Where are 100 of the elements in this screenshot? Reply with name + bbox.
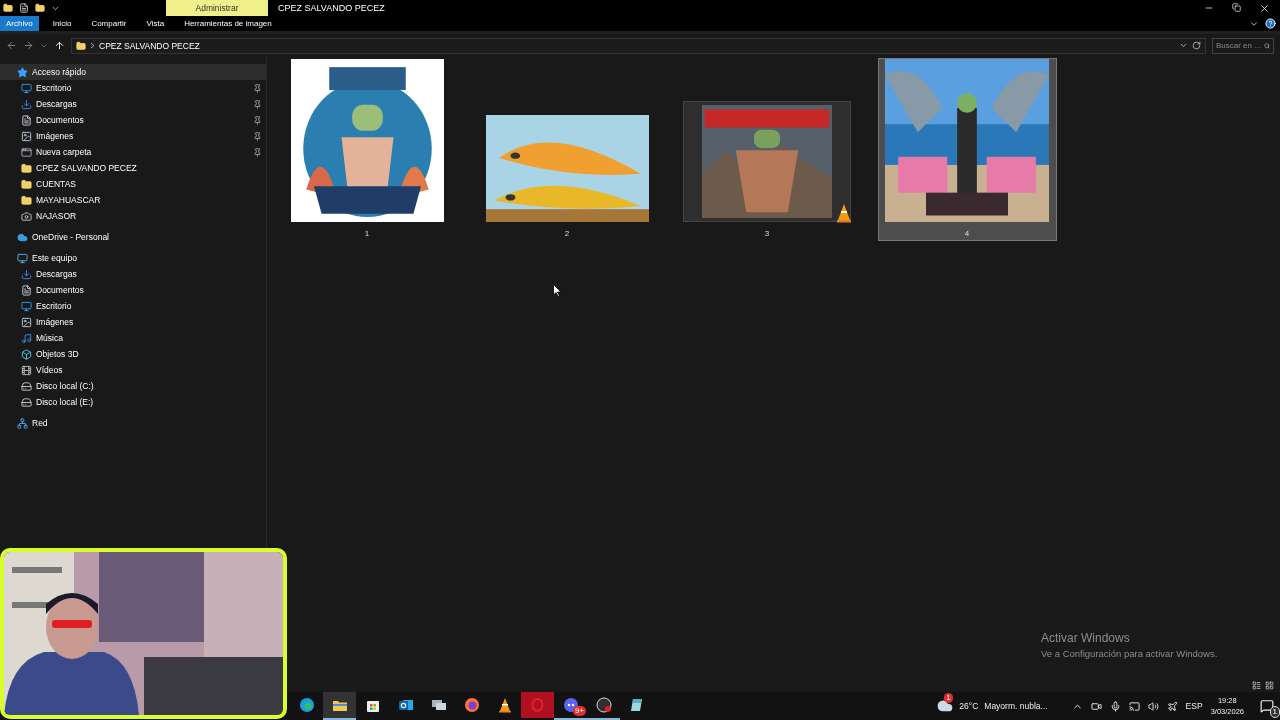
sidebar-item[interactable]: Disco local (E:): [0, 394, 266, 410]
file-name: 2: [564, 229, 570, 238]
file-name: 3: [764, 229, 770, 238]
activation-title: Activar Windows: [1041, 631, 1131, 645]
image-icon: [21, 316, 32, 328]
ribbon-tab[interactable]: Vista: [136, 16, 175, 31]
search-icon: [1264, 41, 1270, 50]
sidebar-item[interactable]: Imágenes: [0, 314, 266, 330]
cube-icon: [21, 348, 32, 360]
cone-icon: [496, 697, 513, 713]
weather-icon[interactable]: [937, 698, 954, 714]
monitors-icon: [430, 697, 447, 713]
record-icon: [595, 697, 612, 713]
camera-icon: [21, 210, 32, 222]
cloud-icon: [17, 231, 28, 243]
star-icon: [17, 66, 28, 78]
dropdown-icon[interactable]: [1179, 41, 1188, 50]
restore-icon[interactable]: [1232, 2, 1241, 12]
sidebar-item[interactable]: Descargas: [0, 266, 266, 282]
film-icon: [21, 364, 32, 376]
sidebar-item[interactable]: Vídeos: [0, 362, 266, 378]
badge: 9+: [572, 706, 586, 716]
large-icons-view-icon[interactable]: [1265, 680, 1274, 690]
back-icon[interactable]: [6, 40, 17, 51]
file-tile[interactable]: 3: [682, 58, 852, 241]
badge: 1: [1269, 706, 1280, 718]
cursor-icon: [553, 284, 562, 297]
properties-icon[interactable]: [19, 3, 29, 13]
camera-icon[interactable]: [1090, 700, 1102, 712]
sidebar-item[interactable]: Nueva carpeta: [0, 144, 266, 160]
sidebar-item[interactable]: MAYAHUASCAR: [0, 192, 266, 208]
file-name: 1: [364, 229, 370, 238]
microphone-icon[interactable]: [1109, 700, 1121, 712]
desktop-icon: [21, 82, 32, 94]
file-name: 4: [964, 229, 970, 238]
window-title: CPEZ SALVANDO PECEZ: [278, 3, 386, 13]
mail-icon: [397, 697, 414, 713]
music-icon: [21, 332, 32, 344]
ribbon-tab[interactable]: Herramientas de imagen: [174, 16, 282, 31]
image-icon: [21, 130, 32, 142]
folder-icon: [21, 194, 32, 206]
new-folder-icon[interactable]: [35, 3, 45, 13]
sidebar-item[interactable]: Objetos 3D: [0, 346, 266, 362]
sidebar-section[interactable]: OneDrive - Personal: [0, 229, 266, 245]
document-icon: [21, 114, 32, 126]
sidebar-item[interactable]: Música: [0, 330, 266, 346]
sidebar-item[interactable]: NAJASOR: [0, 208, 266, 224]
ribbon-tab[interactable]: Inicio: [42, 16, 82, 31]
sidebar-item[interactable]: Escritorio: [0, 80, 266, 96]
forward-icon[interactable]: [23, 40, 34, 51]
file-tile[interactable]: 2: [482, 58, 652, 241]
file-tile[interactable]: 1: [287, 58, 447, 241]
folder-icon[interactable]: [3, 3, 13, 13]
cone-icon: [836, 203, 852, 223]
ring-icon: [521, 692, 554, 718]
sidebar-item[interactable]: CPEZ SALVANDO PECEZ: [0, 160, 266, 176]
folder-icon: [21, 162, 32, 174]
badge: 1: [944, 693, 953, 703]
sidebar-item[interactable]: Escritorio: [0, 298, 266, 314]
sidebar-item[interactable]: Documentos: [0, 112, 266, 128]
sidebar-item[interactable]: Imágenes: [0, 128, 266, 144]
ribbon-tab[interactable]: Archivo: [0, 16, 39, 31]
context-tab[interactable]: Administrar: [166, 0, 268, 16]
sidebar-item[interactable]: Descargas: [0, 96, 266, 112]
weather-condition: Mayorm. nubla...: [984, 701, 1048, 711]
details-view-icon[interactable]: [1252, 680, 1261, 690]
taskbar-app[interactable]: 9+: [554, 692, 587, 720]
sidebar-section[interactable]: Acceso rápido: [0, 64, 266, 80]
temperature: 26°C: [959, 701, 979, 711]
ribbon-tab[interactable]: Compartir: [81, 16, 137, 31]
sidebar-section[interactable]: Red: [0, 415, 266, 431]
sidebar-item[interactable]: Disco local (C:): [0, 378, 266, 394]
help-icon[interactable]: [1265, 18, 1276, 29]
volume-icon[interactable]: [1147, 700, 1159, 712]
sidebar-item[interactable]: CUENTAS: [0, 176, 266, 192]
desktop-icon: [21, 300, 32, 312]
breadcrumb-separator-icon: [90, 42, 95, 49]
screen-icon[interactable]: [1128, 700, 1140, 712]
document-icon: [21, 284, 32, 296]
drive-icon: [21, 396, 32, 408]
up-icon[interactable]: [54, 40, 65, 51]
folder-icon: [76, 40, 86, 51]
language-indicator[interactable]: ESP: [1185, 701, 1203, 711]
window-icon: [21, 146, 32, 158]
drive-icon: [21, 380, 32, 392]
close-icon[interactable]: [1259, 2, 1270, 14]
activation-text: Ve a Configuración para activar Windows.: [1041, 648, 1218, 659]
refresh-icon[interactable]: [1192, 41, 1201, 50]
taskbar-app[interactable]: [323, 692, 356, 720]
computer-icon: [17, 252, 28, 264]
sidebar-item[interactable]: Documentos: [0, 282, 266, 298]
address-field[interactable]: CPEZ SALVANDO PECEZ: [71, 37, 1206, 54]
file-tile[interactable]: 4: [877, 58, 1057, 241]
network-icon: [17, 417, 28, 429]
sidebar-section[interactable]: Este equipo: [0, 250, 266, 266]
download-icon: [21, 268, 32, 280]
notepad-icon: [628, 697, 645, 713]
airplane-icon[interactable]: [1166, 700, 1178, 712]
folder-icon: [21, 178, 32, 190]
notifications-icon[interactable]: [1260, 699, 1274, 713]
